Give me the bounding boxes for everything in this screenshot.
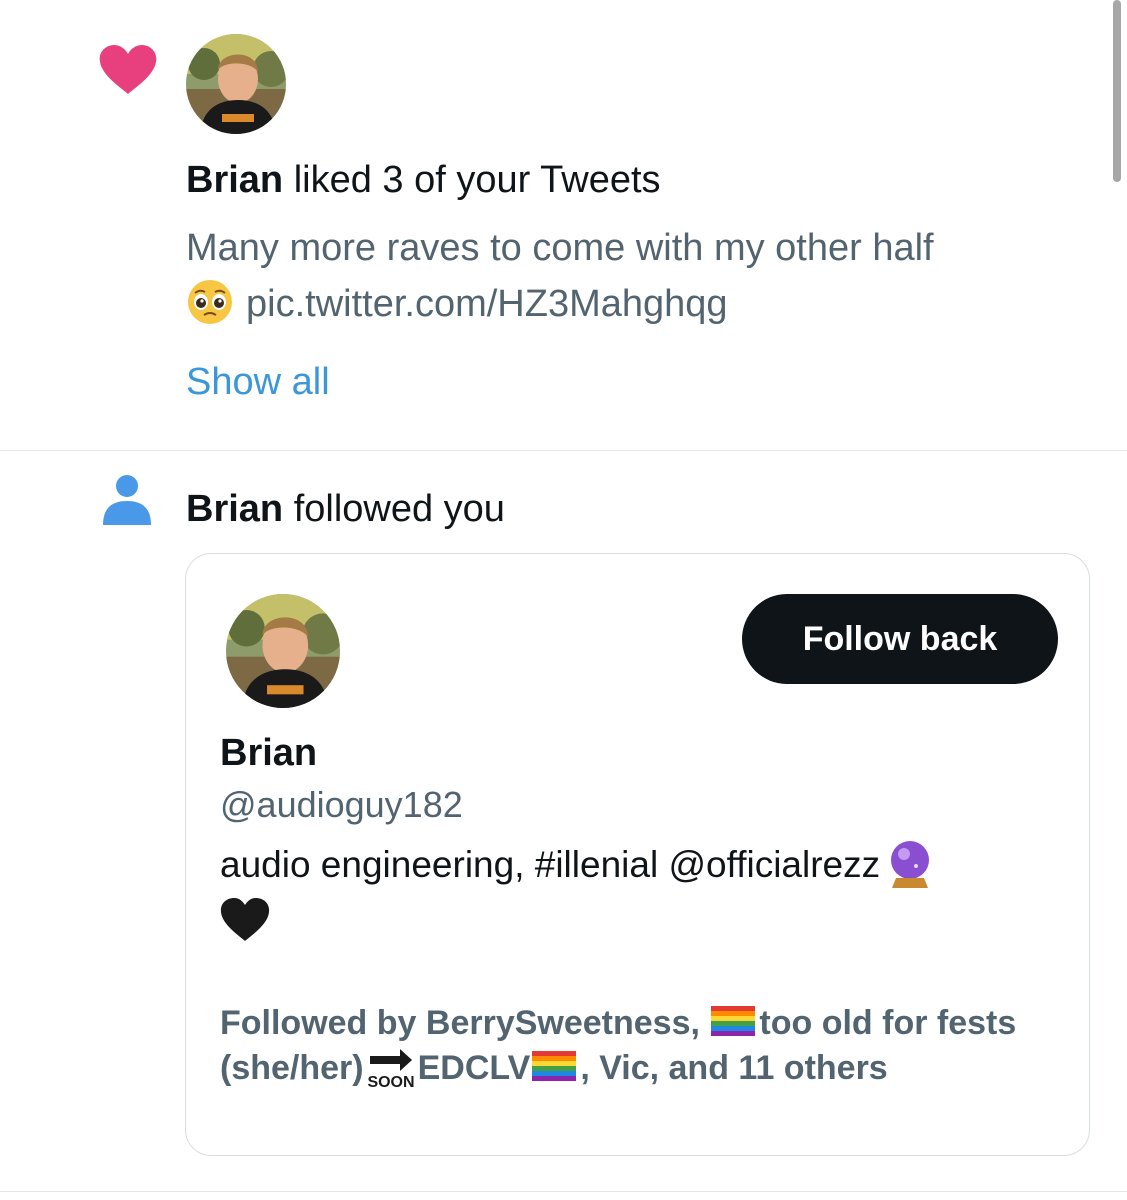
follow-headline: Brian followed you bbox=[186, 486, 505, 532]
actor-name[interactable]: Brian bbox=[186, 488, 283, 530]
card-handle[interactable]: @audioguy182 bbox=[220, 782, 463, 828]
followed-by-part3: EDCLV bbox=[417, 1049, 531, 1087]
action-text: liked 3 of your Tweets bbox=[283, 159, 661, 201]
followed-by-suffix: , Vic, and 11 others bbox=[580, 1049, 888, 1087]
rainbow-flag-icon bbox=[711, 1006, 756, 1037]
black-heart-icon bbox=[220, 898, 270, 942]
card-avatar[interactable] bbox=[226, 594, 340, 708]
tweet-preview[interactable]: Many more raves to come with my other ha… bbox=[186, 220, 1066, 332]
card-bio: audio engineering, #illenial @officialre… bbox=[220, 838, 1060, 947]
follow-back-button[interactable]: Follow back bbox=[742, 594, 1058, 684]
action-text: followed you bbox=[283, 488, 505, 530]
like-headline: Brian liked 3 of your Tweets bbox=[186, 157, 661, 203]
followed-by-text: Followed by BerrySweetness, too old for … bbox=[220, 1001, 1070, 1092]
soon-arrow-icon: SOON bbox=[367, 1049, 414, 1090]
pleading-face-icon bbox=[188, 279, 232, 324]
avatar[interactable] bbox=[186, 34, 286, 134]
bio-text: audio engineering, #illenial @officialre… bbox=[220, 844, 881, 885]
card-display-name[interactable]: Brian bbox=[220, 730, 317, 776]
tweet-link[interactable]: pic.twitter.com/HZ3Mahghqg bbox=[246, 283, 728, 325]
divider bbox=[0, 1191, 1127, 1192]
avatar-image bbox=[186, 34, 286, 134]
followed-by-prefix: Followed by BerrySweetness, bbox=[220, 1004, 710, 1042]
person-icon bbox=[103, 475, 151, 525]
crystal-ball-icon bbox=[891, 841, 930, 889]
rainbow-flag-icon bbox=[532, 1051, 577, 1082]
soon-label: SOON bbox=[367, 1074, 414, 1090]
actor-name[interactable]: Brian bbox=[186, 159, 283, 201]
heart-icon bbox=[99, 45, 157, 94]
tweet-text: Many more raves to come with my other ha… bbox=[186, 227, 934, 269]
show-all-link[interactable]: Show all bbox=[186, 359, 330, 405]
avatar-image bbox=[226, 594, 340, 708]
